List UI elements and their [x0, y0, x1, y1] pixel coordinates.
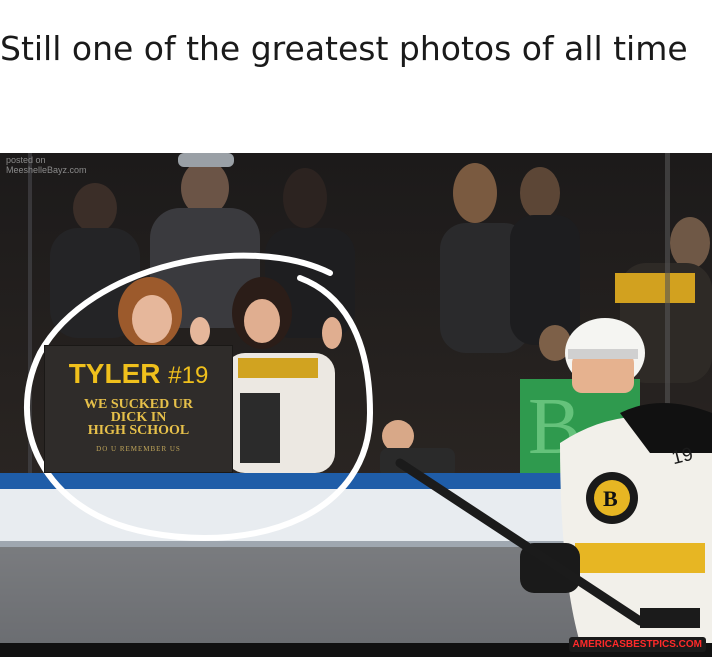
- sign-small-text: DO U REMEMBER US: [96, 445, 181, 453]
- sign-line-3: HIGH SCHOOL: [87, 423, 190, 438]
- hockey-photo: B B posted on MeeshelleBayz.com TYLER #1…: [0, 153, 712, 643]
- sign-number: #19: [168, 362, 209, 389]
- fan-sign: TYLER #19 WE SUCKED UR DICK IN HIGH SCHO…: [44, 345, 233, 473]
- photo-watermark: posted on MeeshelleBayz.com: [6, 155, 87, 175]
- sign-headline: TYLER #19: [45, 358, 232, 390]
- post-caption: Still one of the greatest photos of all …: [0, 29, 688, 68]
- svg-text:B: B: [603, 486, 618, 511]
- sign-name: TYLER: [68, 358, 161, 389]
- site-credit: AMERICASBESTPICS.COM: [568, 637, 706, 652]
